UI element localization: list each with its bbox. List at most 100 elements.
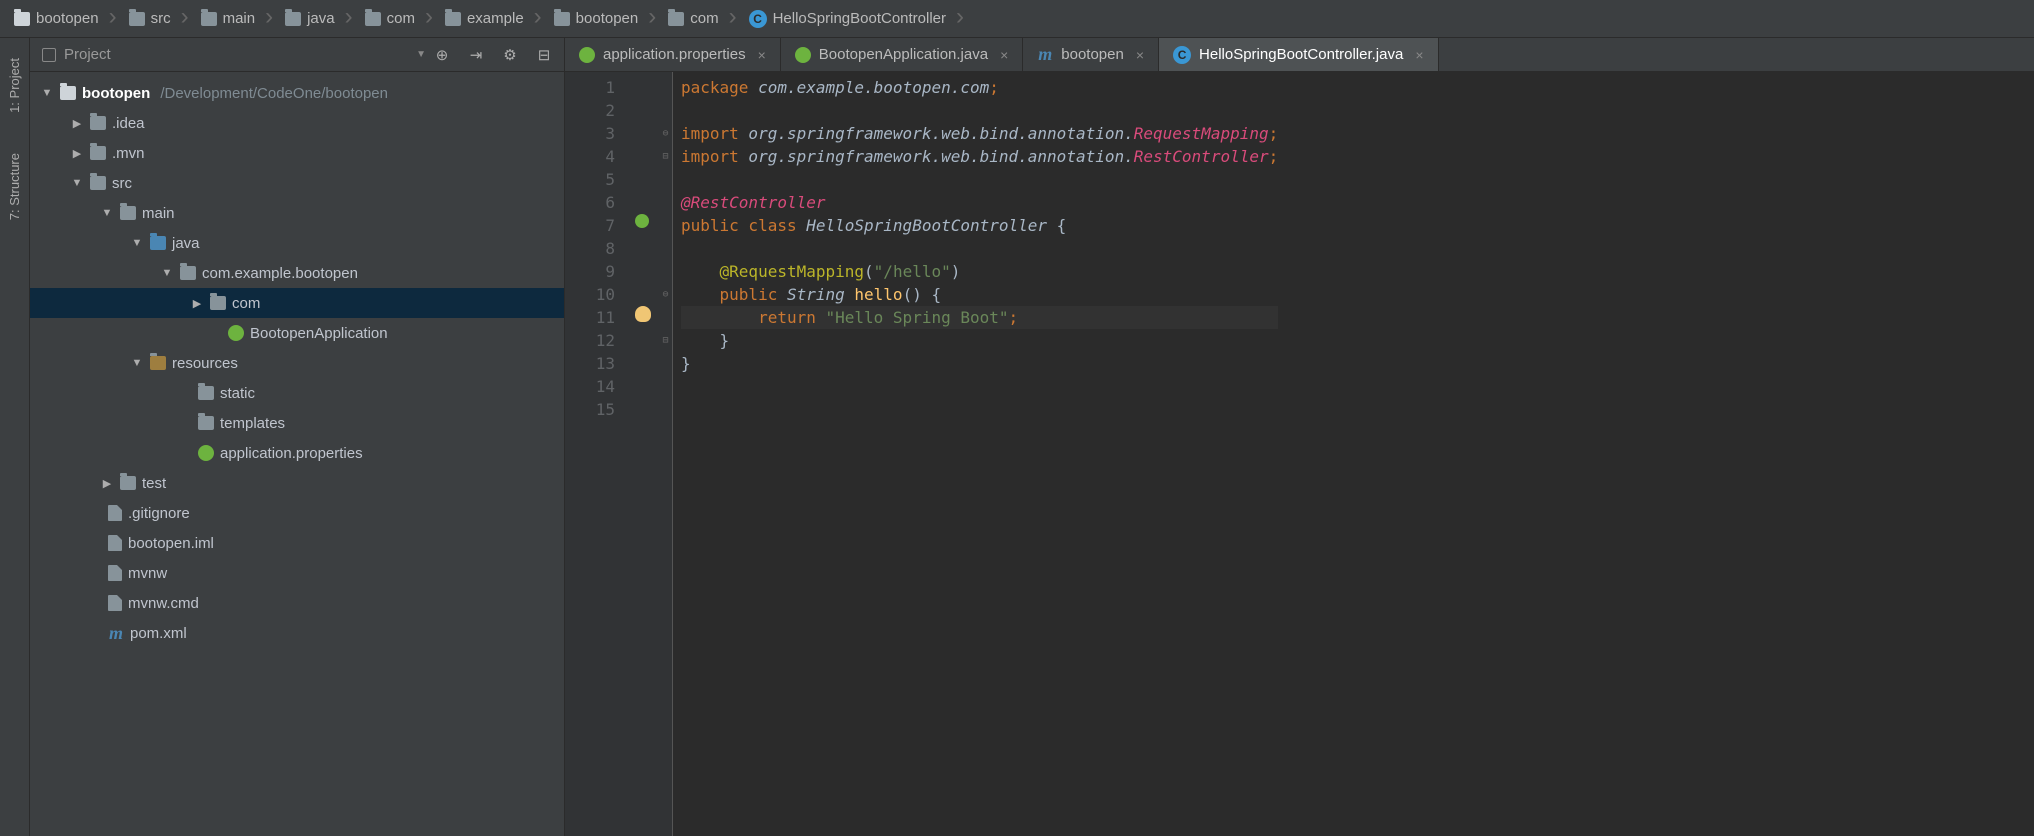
folder-icon bbox=[14, 12, 30, 26]
structure-tool-tab[interactable]: 7: Structure bbox=[7, 153, 22, 220]
close-icon[interactable]: × bbox=[758, 47, 766, 63]
chevron-right-icon: › bbox=[109, 5, 117, 29]
fold-gutter: ⊖⊟ ⊖ ⊟ bbox=[659, 72, 673, 836]
tree-item[interactable]: src bbox=[30, 168, 564, 198]
tree-item[interactable]: templates bbox=[30, 408, 564, 438]
spring-class-icon bbox=[795, 47, 811, 63]
spring-icon bbox=[579, 47, 595, 63]
tool-window-bar: 1: Project 7: Structure bbox=[0, 38, 30, 836]
folder-icon bbox=[201, 12, 217, 26]
tree-item[interactable]: .gitignore bbox=[30, 498, 564, 528]
tree-item[interactable]: resources bbox=[30, 348, 564, 378]
editor-tab[interactable]: BootopenApplication.java× bbox=[781, 38, 1023, 71]
folder-icon bbox=[365, 12, 381, 26]
file-icon bbox=[108, 505, 122, 521]
package-icon bbox=[210, 296, 226, 310]
tree-item[interactable]: BootopenApplication bbox=[30, 318, 564, 348]
project-view-selector[interactable]: Project ▼ bbox=[42, 46, 426, 63]
chevron-right-icon: › bbox=[265, 5, 273, 29]
tree-item[interactable]: test bbox=[30, 468, 564, 498]
chevron-right-icon: › bbox=[345, 5, 353, 29]
resources-folder-icon bbox=[150, 356, 166, 370]
folder-icon bbox=[120, 476, 136, 490]
tree-item[interactable]: com.example.bootopen bbox=[30, 258, 564, 288]
file-icon bbox=[108, 565, 122, 581]
project-panel-header: Project ▼ ⊕ ⇥ ⚙ ⊟ bbox=[30, 38, 564, 72]
code-content[interactable]: package com.example.bootopen.com; import… bbox=[673, 72, 1278, 836]
chevron-right-icon: › bbox=[729, 5, 737, 29]
tree-item[interactable]: mvnw.cmd bbox=[30, 588, 564, 618]
locate-icon[interactable]: ⊕ bbox=[434, 47, 450, 63]
folder-icon bbox=[129, 12, 145, 26]
editor-area: application.properties× BootopenApplicat… bbox=[565, 38, 2034, 836]
breadcrumb-item[interactable]: example› bbox=[441, 5, 546, 33]
folder-icon bbox=[285, 12, 301, 26]
editor-tab[interactable]: application.properties× bbox=[565, 38, 781, 71]
breadcrumb-item[interactable]: java› bbox=[281, 5, 357, 33]
maven-icon: m bbox=[1037, 47, 1053, 63]
gutter-marks bbox=[629, 72, 659, 836]
editor-tab-active[interactable]: CHelloSpringBootController.java× bbox=[1159, 38, 1438, 71]
file-icon bbox=[108, 595, 122, 611]
intention-bulb-icon[interactable] bbox=[635, 306, 651, 322]
tree-item-selected[interactable]: com bbox=[30, 288, 564, 318]
close-icon[interactable]: × bbox=[1136, 47, 1144, 63]
module-icon bbox=[60, 86, 76, 100]
chevron-right-icon: › bbox=[534, 5, 542, 29]
breadcrumb-item[interactable]: bootopen› bbox=[550, 5, 661, 33]
chevron-down-icon: ▼ bbox=[416, 49, 426, 60]
editor-tabs: application.properties× BootopenApplicat… bbox=[565, 38, 2034, 72]
tree-item[interactable]: application.properties bbox=[30, 438, 564, 468]
source-folder-icon bbox=[150, 236, 166, 250]
tree-root[interactable]: bootopen/Development/CodeOne/bootopen bbox=[30, 78, 564, 108]
project-tool-tab[interactable]: 1: Project bbox=[7, 58, 22, 113]
spring-class-icon bbox=[228, 325, 244, 341]
tree-item[interactable]: mvnw bbox=[30, 558, 564, 588]
chevron-right-icon: › bbox=[181, 5, 189, 29]
maven-icon: m bbox=[108, 625, 124, 641]
collapse-icon[interactable]: ⇥ bbox=[468, 47, 484, 63]
tree-item[interactable]: mpom.xml bbox=[30, 618, 564, 648]
settings-icon[interactable]: ⚙ bbox=[502, 47, 518, 63]
spring-gutter-icon[interactable] bbox=[635, 214, 649, 228]
code-editor[interactable]: 123456789101112131415 ⊖⊟ ⊖ ⊟ package com… bbox=[565, 72, 2034, 836]
class-icon: C bbox=[1173, 46, 1191, 64]
package-icon bbox=[180, 266, 196, 280]
tree-item[interactable]: java bbox=[30, 228, 564, 258]
breadcrumb-item[interactable]: bootopen› bbox=[10, 5, 121, 33]
folder-icon bbox=[90, 116, 106, 130]
tree-item[interactable]: main bbox=[30, 198, 564, 228]
breadcrumb-item[interactable]: com› bbox=[664, 5, 740, 33]
close-icon[interactable]: × bbox=[1415, 47, 1423, 63]
breadcrumb-item[interactable]: CHelloSpringBootController› bbox=[745, 5, 968, 33]
folder-icon bbox=[90, 146, 106, 160]
breadcrumb-item[interactable]: main› bbox=[197, 5, 278, 33]
file-icon bbox=[108, 535, 122, 551]
breadcrumb-item[interactable]: src› bbox=[125, 5, 193, 33]
tree-item[interactable]: static bbox=[30, 378, 564, 408]
close-icon[interactable]: × bbox=[1000, 47, 1008, 63]
folder-icon bbox=[445, 12, 461, 26]
chevron-right-icon: › bbox=[956, 5, 964, 29]
folder-icon bbox=[668, 12, 684, 26]
breadcrumb: bootopen› src› main› java› com› example›… bbox=[0, 0, 2034, 38]
folder-icon bbox=[90, 176, 106, 190]
line-number-gutter: 123456789101112131415 bbox=[565, 72, 629, 836]
breadcrumb-item[interactable]: com› bbox=[361, 5, 437, 33]
folder-icon bbox=[554, 12, 570, 26]
folder-icon bbox=[198, 416, 214, 430]
project-panel: Project ▼ ⊕ ⇥ ⚙ ⊟ bootopen/Development/C… bbox=[30, 38, 565, 836]
project-tree: bootopen/Development/CodeOne/bootopen .i… bbox=[30, 72, 564, 654]
editor-tab[interactable]: mbootopen× bbox=[1023, 38, 1159, 71]
class-icon: C bbox=[749, 10, 767, 28]
tree-item[interactable]: .mvn bbox=[30, 138, 564, 168]
chevron-right-icon: › bbox=[648, 5, 656, 29]
folder-icon bbox=[198, 386, 214, 400]
tree-item[interactable]: .idea bbox=[30, 108, 564, 138]
chevron-right-icon: › bbox=[425, 5, 433, 29]
folder-icon bbox=[120, 206, 136, 220]
spring-icon bbox=[198, 445, 214, 461]
tree-item[interactable]: bootopen.iml bbox=[30, 528, 564, 558]
hide-icon[interactable]: ⊟ bbox=[536, 47, 552, 63]
panel-icon bbox=[42, 48, 56, 62]
